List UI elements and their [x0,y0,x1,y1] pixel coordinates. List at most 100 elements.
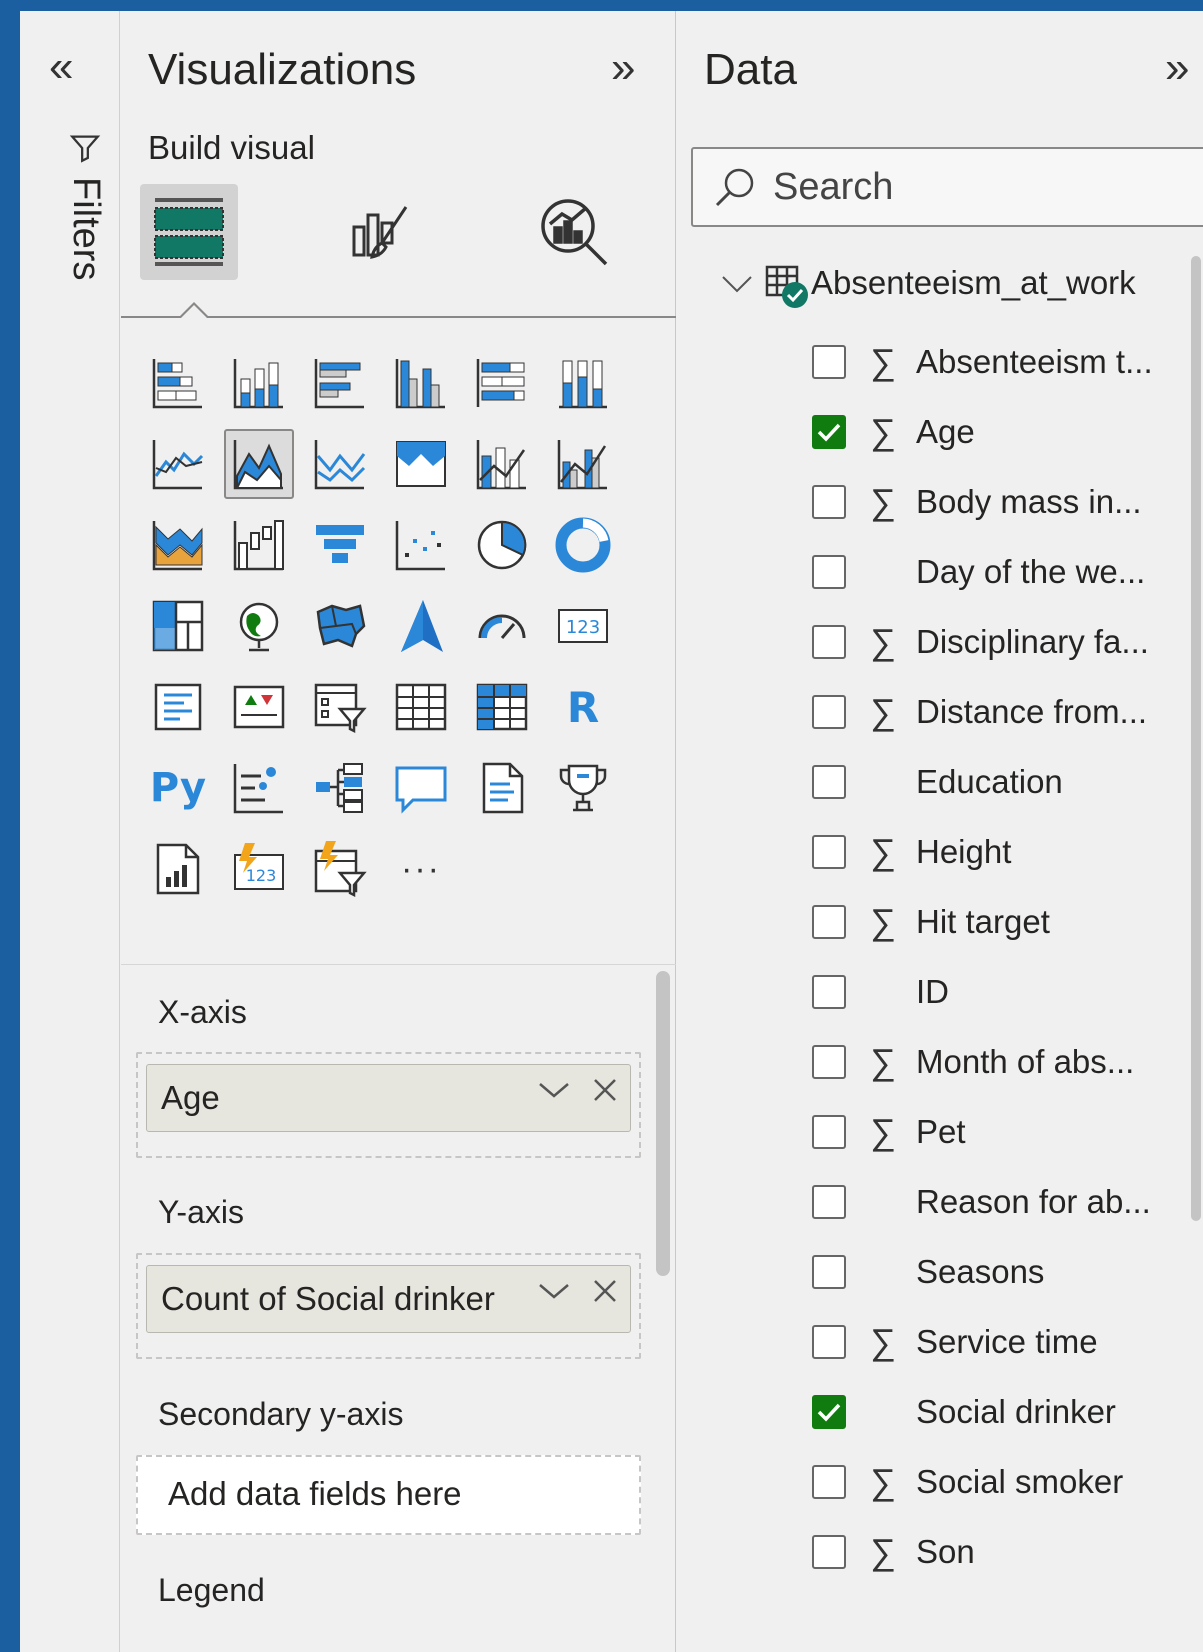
decomposition-tree-icon[interactable] [305,753,375,823]
gauge-icon[interactable] [467,591,537,661]
analytics-tab[interactable] [525,184,623,280]
chevron-down-icon[interactable] [536,1279,572,1303]
format-visual-tab[interactable] [332,184,430,280]
field-item[interactable]: ∑ Hit target [812,897,1192,947]
field-checkbox[interactable] [812,1325,846,1359]
data-scrollbar[interactable] [1191,256,1201,1221]
field-checkbox[interactable] [812,1465,846,1499]
field-checkbox[interactable] [812,625,846,659]
chevron-down-icon[interactable] [536,1078,572,1102]
field-checkbox[interactable] [812,695,846,729]
secondary-y-axis-well[interactable]: Add data fields here [136,1455,641,1535]
field-item[interactable]: ∑ Distance from... [812,687,1192,737]
table-icon[interactable] [386,672,456,742]
field-item[interactable]: ∑ Height [812,827,1192,877]
python-visual-icon[interactable]: Py [143,753,213,823]
100-stacked-area-chart-icon[interactable] [386,429,456,499]
filters-pane-collapsed[interactable]: « Filters [20,11,120,1652]
field-item[interactable]: ∑ Month of abs... [812,1037,1192,1087]
waterfall-chart-icon[interactable] [224,510,294,580]
azure-map-icon[interactable] [386,591,456,661]
sigma-icon: ∑ [870,1531,896,1572]
card-icon[interactable]: 123 [548,591,618,661]
field-checkbox[interactable] [812,1185,846,1219]
100-stacked-bar-chart-icon[interactable] [467,348,537,418]
scatter-chart-icon[interactable] [386,510,456,580]
slicer-icon[interactable] [305,672,375,742]
qa-icon[interactable] [386,753,456,823]
field-item[interactable]: ∑ Social smoker [812,1457,1192,1507]
field-checkbox[interactable] [812,555,846,589]
field-item[interactable]: ∑ Absenteeism t... [812,337,1192,387]
smart-narrative-icon[interactable] [467,753,537,823]
chevron-down-icon[interactable] [717,269,757,297]
x-axis-field-pill[interactable]: Age [146,1064,631,1132]
expand-filters-icon[interactable]: « [49,45,73,89]
stacked-area-chart-icon[interactable] [305,429,375,499]
donut-chart-icon[interactable] [548,510,618,580]
matrix-icon[interactable] [467,672,537,742]
line-and-stacked-column-chart-icon[interactable] [467,429,537,499]
field-checkbox[interactable] [812,905,846,939]
filters-label[interactable]: Filters [64,131,107,280]
field-checkbox[interactable] [812,485,846,519]
line-and-clustered-column-chart-icon[interactable] [548,429,618,499]
field-item[interactable]: Reason for ab... [812,1177,1192,1227]
y-axis-field-name: Count of Social drinker [161,1280,495,1317]
pie-chart-icon[interactable] [467,510,537,580]
field-item[interactable]: Day of the we... [812,547,1192,597]
key-influencers-icon[interactable] [224,753,294,823]
field-item[interactable]: ∑ Son [812,1527,1192,1577]
remove-field-icon[interactable] [592,1278,618,1304]
ribbon-chart-icon[interactable] [143,510,213,580]
more-visuals-icon[interactable]: ··· [386,834,456,904]
x-axis-well[interactable]: Age [136,1052,641,1158]
funnel-icon[interactable] [305,510,375,580]
kpi-icon[interactable] [224,672,294,742]
field-item[interactable]: Social drinker [812,1387,1192,1437]
field-checkbox[interactable] [812,835,846,869]
treemap-icon[interactable] [143,591,213,661]
remove-field-icon[interactable] [592,1077,618,1103]
stacked-column-chart-icon[interactable] [224,348,294,418]
field-item[interactable]: ∑ Disciplinary fa... [812,617,1192,667]
field-item[interactable]: ID [812,967,1192,1017]
collapse-data-icon[interactable]: » [1165,43,1189,93]
build-visual-tab[interactable] [140,184,238,280]
x-axis-label: X-axis [158,994,247,1030]
line-chart-icon[interactable] [143,429,213,499]
field-item[interactable]: ∑ Age [812,407,1192,457]
field-checkbox[interactable] [812,765,846,799]
field-checkbox[interactable] [812,1115,846,1149]
field-checkbox[interactable] [812,1395,846,1429]
field-item[interactable]: ∑ Pet [812,1107,1192,1157]
power-automate-slicer-icon[interactable] [305,834,375,904]
filled-map-icon[interactable] [305,591,375,661]
field-item[interactable]: Seasons [812,1247,1192,1297]
search-input[interactable]: Search [691,147,1203,227]
field-checkbox[interactable] [812,1255,846,1289]
y-axis-field-pill[interactable]: Count of Social drinker [146,1265,631,1333]
collapse-visualizations-icon[interactable]: » [611,43,635,93]
clustered-column-chart-icon[interactable] [386,348,456,418]
100-stacked-column-chart-icon[interactable] [548,348,618,418]
y-axis-well[interactable]: Count of Social drinker [136,1253,641,1359]
field-checkbox[interactable] [812,345,846,379]
metrics-icon[interactable] [548,753,618,823]
table-node[interactable]: Absenteeism_at_work [717,263,1136,308]
field-checkbox[interactable] [812,1045,846,1079]
multi-row-card-icon[interactable] [143,672,213,742]
field-checkbox[interactable] [812,1535,846,1569]
clustered-bar-chart-icon[interactable] [305,348,375,418]
stacked-bar-chart-icon[interactable] [143,348,213,418]
field-checkbox[interactable] [812,975,846,1009]
field-item[interactable]: ∑ Service time [812,1317,1192,1367]
power-apps-card-icon[interactable]: 123 [224,834,294,904]
r-script-visual-icon[interactable]: R [548,672,618,742]
area-chart-icon[interactable] [224,429,294,499]
paginated-report-icon[interactable] [143,834,213,904]
field-checkbox[interactable] [812,415,846,449]
field-item[interactable]: Education [812,757,1192,807]
field-item[interactable]: ∑ Body mass in... [812,477,1192,527]
map-icon[interactable] [224,591,294,661]
